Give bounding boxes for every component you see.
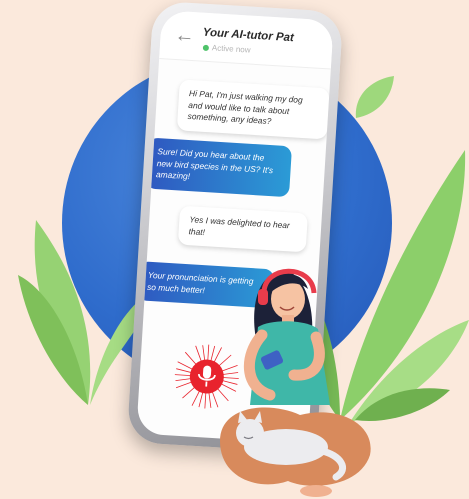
message-bubble: Sure! Did you hear about the new bird sp…	[145, 137, 293, 197]
message-bubble: Hi Pat, I'm just walking my dog and woul…	[176, 79, 330, 139]
illustration-scene: ← Your AI-tutor Pat Active now Hi Pat, I…	[0, 0, 469, 499]
girl-with-phone	[220, 268, 371, 497]
online-status-dot	[202, 44, 210, 52]
chat-status: Active now	[211, 43, 251, 55]
chat-header: ← Your AI-tutor Pat Active now	[159, 10, 334, 70]
chat-title: Your AI-tutor Pat	[202, 26, 295, 45]
small-leaf	[355, 76, 394, 118]
back-arrow-icon[interactable]: ←	[174, 24, 195, 47]
message-bubble: Yes I was delighted to hear that!	[177, 205, 308, 253]
